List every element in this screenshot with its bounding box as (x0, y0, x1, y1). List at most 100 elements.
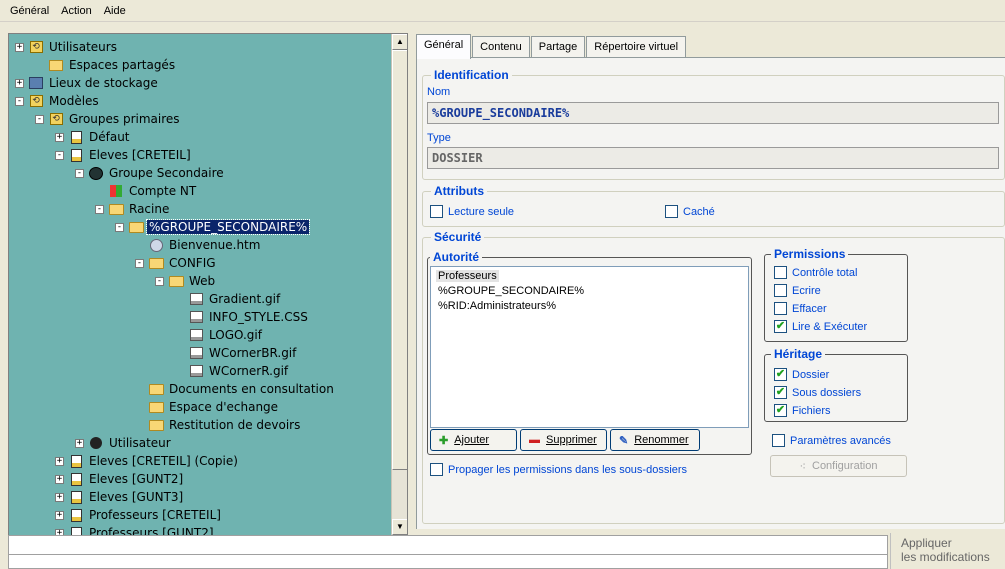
tree-node[interactable]: - ⟲ Groupes primaires (35, 110, 182, 128)
tree-node[interactable]: - Eleves [CRETEIL] (55, 146, 193, 164)
tree-node[interactable]: + Utilisateur (75, 434, 173, 452)
ajouter-label: Ajouter (454, 434, 490, 446)
list-item[interactable]: Professeurs (436, 270, 499, 282)
tree-scrollbar[interactable]: ▲ ▼ (391, 34, 407, 535)
checkbox-label: Lire & Exécuter (792, 320, 868, 333)
collapse-icon[interactable]: - (15, 96, 24, 106)
tree-view[interactable]: + ⟲ Utilisateurs Espaces partagés + Lieux de … (8, 33, 408, 536)
configuration-button[interactable]: ⁖ Configuration (770, 455, 907, 477)
propager-checkbox[interactable]: Propager les permissions dans les sous-d… (430, 463, 687, 476)
tree-node[interactable]: + Eleves [GUNT3] (55, 488, 185, 506)
tree-node[interactable]: - CONFIG (135, 254, 218, 272)
appliquer-button[interactable]: Appliquer les modifications (890, 533, 1005, 569)
tree-node[interactable]: Espaces partagés (35, 56, 177, 74)
parametres-avances-checkbox[interactable]: Paramètres avancés (772, 434, 891, 447)
tree-node[interactable]: Espace d'echange (135, 398, 280, 416)
expand-icon[interactable]: + (15, 42, 24, 52)
collapse-icon[interactable]: - (75, 168, 84, 178)
tree-node[interactable]: - Racine (95, 200, 171, 218)
permissions-checkbox[interactable]: Ecrire (774, 284, 821, 297)
tree-node-label: %GROUPE_SECONDAIRE% (145, 219, 311, 235)
propager-box[interactable] (430, 463, 443, 476)
cache-box[interactable] (665, 205, 678, 218)
lecture-seule-box[interactable] (430, 205, 443, 218)
tree-node[interactable]: + Professeurs [CRETEIL] (55, 506, 223, 524)
expand-icon[interactable]: + (55, 492, 64, 502)
expand-icon[interactable]: + (55, 456, 64, 466)
menu-general[interactable]: Général (4, 5, 55, 17)
collapse-icon[interactable]: - (155, 276, 164, 286)
nom-field[interactable]: %GROUPE_SECONDAIRE% (427, 102, 999, 124)
collapse-icon[interactable]: - (95, 204, 104, 214)
lecture-seule-checkbox[interactable]: Lecture seule (430, 205, 514, 218)
tab-contenu[interactable]: Contenu (472, 36, 530, 58)
document-icon (68, 454, 84, 468)
tab-partage[interactable]: Partage (530, 36, 586, 58)
checkbox-box[interactable]: ✔ (774, 368, 787, 381)
checkbox-box[interactable] (774, 284, 787, 297)
document-icon (68, 508, 84, 522)
scroll-down-button[interactable]: ▼ (392, 519, 407, 535)
cache-checkbox[interactable]: Caché (665, 205, 715, 218)
permissions-checkbox[interactable]: Effacer (774, 302, 827, 315)
folder-icon (128, 220, 144, 234)
expand-icon[interactable]: + (55, 474, 64, 484)
scroll-up-button[interactable]: ▲ (392, 34, 407, 50)
tree-node[interactable]: Compte NT (95, 182, 198, 200)
checkbox-box[interactable] (774, 302, 787, 315)
tree-node[interactable]: INFO_STYLE.CSS (175, 308, 310, 326)
tree-node[interactable]: Restitution de devoirs (135, 416, 302, 434)
collapse-icon[interactable]: - (115, 222, 124, 232)
renommer-button[interactable]: ✎ Renommer (610, 429, 700, 451)
expand-icon[interactable]: + (75, 438, 84, 448)
tree-node[interactable]: + Professeurs [GUNT2] (55, 524, 216, 535)
tree-node[interactable]: + ⟲ Utilisateurs (15, 38, 119, 56)
tree-node-label: LOGO.gif (209, 328, 262, 342)
ajouter-button[interactable]: ✚ Ajouter (430, 429, 517, 451)
checkbox-box[interactable]: ✔ (774, 404, 787, 417)
heritage-checkbox[interactable]: ✔ Dossier (774, 368, 829, 381)
expand-icon[interactable]: + (55, 132, 64, 142)
collapse-icon[interactable]: - (35, 114, 44, 124)
tree-node[interactable]: Gradient.gif (175, 290, 282, 308)
appliquer-line2: les modifications (901, 550, 990, 564)
menu-aide[interactable]: Aide (98, 5, 132, 17)
tree-node[interactable]: + Lieux de stockage (15, 74, 160, 92)
tree-node[interactable]: WCornerR.gif (175, 362, 290, 380)
tree-node[interactable]: + Eleves [GUNT2] (55, 470, 185, 488)
tree-node[interactable]: Bienvenue.htm (135, 236, 262, 254)
tree-node[interactable]: + Eleves [CRETEIL] (Copie) (55, 452, 240, 470)
list-item[interactable]: %GROUPE_SECONDAIRE% (436, 285, 586, 297)
tab-repertoire-virtuel[interactable]: Répertoire virtuel (586, 36, 687, 58)
checkbox-box[interactable] (774, 266, 787, 279)
tree-node[interactable]: LOGO.gif (175, 326, 264, 344)
tree-node[interactable]: - %GROUPE_SECONDAIRE% (115, 218, 311, 236)
heritage-checkbox[interactable]: ✔ Sous dossiers (774, 386, 861, 399)
tree-node[interactable]: + Défaut (55, 128, 132, 146)
scroll-thumb[interactable] (392, 50, 407, 470)
permissions-checkbox[interactable]: Contrôle total (774, 266, 857, 279)
tree-node[interactable]: - Groupe Secondaire (75, 164, 226, 182)
expand-icon[interactable]: + (55, 510, 64, 520)
checkbox-box[interactable]: ✔ (774, 320, 787, 333)
heritage-checkbox[interactable]: ✔ Fichiers (774, 404, 831, 417)
expand-icon[interactable]: + (15, 78, 24, 88)
list-item[interactable]: %RID:Administrateurs% (436, 300, 558, 312)
image-file-icon (188, 310, 204, 324)
parametres-avances-box[interactable] (772, 434, 785, 447)
checkbox-box[interactable]: ✔ (774, 386, 787, 399)
tree-node-label: Professeurs [GUNT2] (89, 526, 214, 535)
tree-node[interactable]: - ⟲ Modèles (15, 92, 101, 110)
collapse-icon[interactable]: - (55, 150, 64, 160)
permissions-checkbox[interactable]: ✔ Lire & Exécuter (774, 320, 867, 333)
collapse-icon[interactable]: - (135, 258, 144, 268)
supprimer-button[interactable]: ▬ Supprimer (520, 429, 607, 451)
tab-general[interactable]: Général (416, 34, 472, 59)
tree-node[interactable]: WCornerBR.gif (175, 344, 298, 362)
tree-node[interactable]: - Web (155, 272, 217, 290)
tree-node[interactable]: Documents en consultation (135, 380, 336, 398)
menu-action[interactable]: Action (55, 5, 98, 17)
autorite-list[interactable]: Professeurs %GROUPE_SECONDAIRE% %RID:Adm… (430, 266, 749, 428)
rename-icon: ✎ (619, 434, 629, 447)
parametres-avances-label: Paramètres avancés (790, 434, 891, 447)
